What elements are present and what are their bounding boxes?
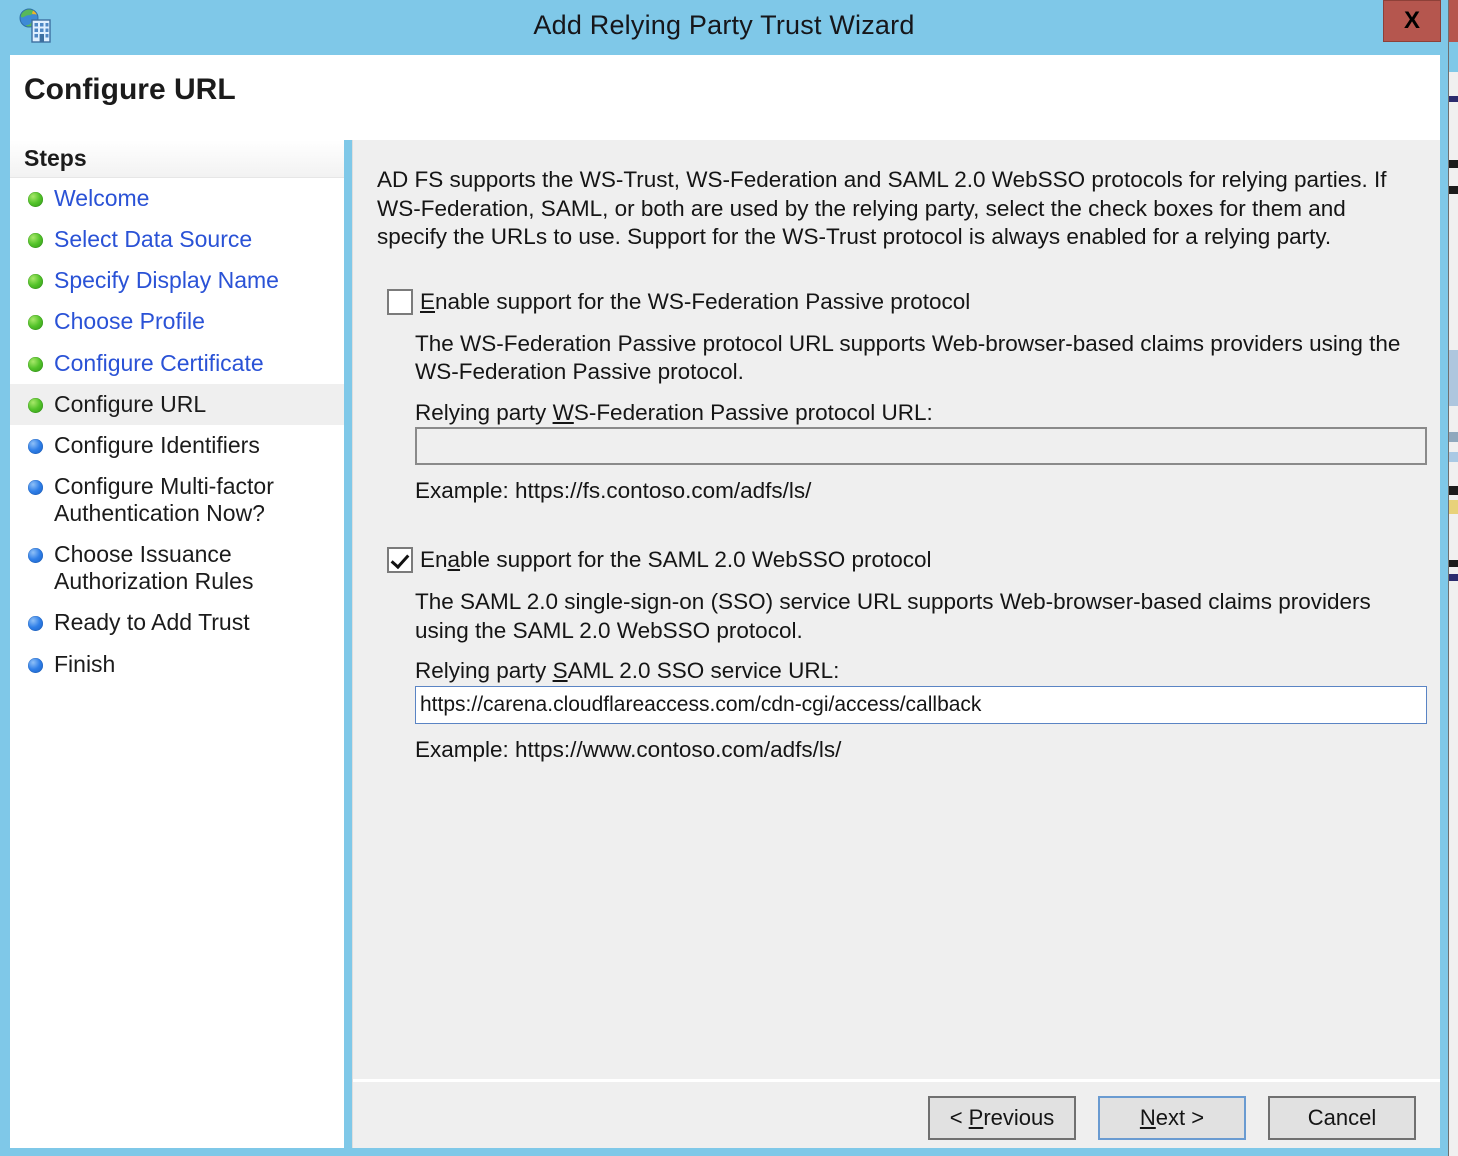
step-status-dot xyxy=(28,357,43,372)
sidebar-item-label: Welcome xyxy=(54,185,149,211)
saml-description: The SAML 2.0 single-sign-on (SSO) servic… xyxy=(415,588,1415,645)
sidebar-item-specify-display-name[interactable]: Specify Display Name xyxy=(10,260,344,301)
wsfed-details: The WS-Federation Passive protocol URL s… xyxy=(415,330,1415,506)
intro-text: AD FS supports the WS-Trust, WS-Federati… xyxy=(377,166,1407,252)
steps-heading: Steps xyxy=(10,140,344,178)
sidebar-item-label: Choose Issuance Authorization Rules xyxy=(54,541,253,594)
cancel-button[interactable]: Cancel xyxy=(1268,1096,1416,1140)
wsfed-group: Enable support for the WS-Federation Pas… xyxy=(377,288,1418,506)
saml-url-label: Relying party SAML 2.0 SSO service URL: xyxy=(415,657,1415,686)
saml-checkbox-row[interactable]: Enable support for the SAML 2.0 WebSSO p… xyxy=(377,546,1418,576)
window-title: Add Relying Party Trust Wizard xyxy=(0,10,1448,41)
group-spacer xyxy=(377,506,1418,546)
step-status-dot xyxy=(28,315,43,330)
saml-url-label-accelerator: S xyxy=(553,658,568,683)
sidebar-item-label: Select Data Source xyxy=(54,226,252,252)
step-status-dot xyxy=(28,480,43,495)
wizard-footer: < Previous Next > Cancel xyxy=(353,1079,1440,1148)
wsfed-checkbox-accelerator: E xyxy=(420,289,435,314)
sidebar-item-finish[interactable]: Finish xyxy=(10,644,344,685)
steps-sidebar: Steps Welcome Select Data Source Specify… xyxy=(10,140,344,1148)
step-status-dot xyxy=(28,398,43,413)
wsfed-checkbox[interactable] xyxy=(387,289,413,315)
sidebar-item-label: Configure Multi-factor Authentication No… xyxy=(54,473,274,526)
sidebar-item-choose-issuance-authorization-rules[interactable]: Choose Issuance Authorization Rules xyxy=(10,534,344,602)
sidebar-item-label: Finish xyxy=(54,651,115,677)
sidebar-item-label: Choose Profile xyxy=(54,308,205,334)
sidebar-item-configure-url[interactable]: Configure URL xyxy=(10,384,344,425)
wsfed-description: The WS-Federation Passive protocol URL s… xyxy=(415,330,1415,387)
wsfed-checkbox-row[interactable]: Enable support for the WS-Federation Pas… xyxy=(377,288,1418,318)
sidebar-item-label: Ready to Add Trust xyxy=(54,609,250,635)
step-status-dot xyxy=(28,192,43,207)
wizard-screen: Add Relying Party Trust Wizard X Configu… xyxy=(0,0,1458,1156)
step-status-dot xyxy=(28,233,43,248)
saml-checkbox-label[interactable]: Enable support for the SAML 2.0 WebSSO p… xyxy=(420,547,932,572)
sidebar-item-label: Configure Certificate xyxy=(54,350,264,376)
title-bar: Add Relying Party Trust Wizard X xyxy=(0,0,1448,55)
sidebar-item-configure-identifiers[interactable]: Configure Identifiers xyxy=(10,425,344,466)
sidebar-item-configure-certificate[interactable]: Configure Certificate xyxy=(10,343,344,384)
sidebar-item-label: Specify Display Name xyxy=(54,267,279,293)
next-accelerator: N xyxy=(1140,1105,1156,1130)
step-status-dot xyxy=(28,439,43,454)
saml-example: Example: https://www.contoso.com/adfs/ls… xyxy=(415,736,1415,765)
close-icon[interactable]: X xyxy=(1383,0,1441,42)
wsfed-url-label: Relying party WS-Federation Passive prot… xyxy=(415,399,1415,428)
wsfed-url-input[interactable] xyxy=(415,427,1427,465)
footer-buttons: < Previous Next > Cancel xyxy=(928,1096,1416,1140)
saml-url-input[interactable] xyxy=(415,686,1427,724)
saml-checkbox[interactable] xyxy=(387,547,413,573)
previous-accelerator: P xyxy=(969,1105,984,1130)
next-button[interactable]: Next > xyxy=(1098,1096,1246,1140)
sidebar-item-label: Configure Identifiers xyxy=(54,432,260,458)
saml-group: Enable support for the SAML 2.0 WebSSO p… xyxy=(377,546,1418,764)
wizard-body: Steps Welcome Select Data Source Specify… xyxy=(10,140,1440,1148)
wsfed-checkbox-label[interactable]: Enable support for the WS-Federation Pas… xyxy=(420,289,970,314)
wizard-window: Add Relying Party Trust Wizard X Configu… xyxy=(0,0,1448,1156)
page-title: Configure URL xyxy=(24,73,236,107)
content-inner: AD FS supports the WS-Trust, WS-Federati… xyxy=(353,140,1440,1079)
saml-details: The SAML 2.0 single-sign-on (SSO) servic… xyxy=(415,588,1415,764)
step-status-dot xyxy=(28,548,43,563)
sidebar-item-select-data-source[interactable]: Select Data Source xyxy=(10,219,344,260)
wsfed-url-label-accelerator: W xyxy=(553,400,574,425)
wsfed-example: Example: https://fs.contoso.com/adfs/ls/ xyxy=(415,477,1415,506)
sidebar-item-welcome[interactable]: Welcome xyxy=(10,178,344,219)
saml-checkbox-accelerator: a xyxy=(448,547,461,572)
sidebar-item-configure-multi-factor-authentication[interactable]: Configure Multi-factor Authentication No… xyxy=(10,466,344,534)
sidebar-item-label: Configure URL xyxy=(54,391,206,417)
background-window-sliver xyxy=(1448,0,1458,1156)
step-status-dot xyxy=(28,274,43,289)
content-panel: AD FS supports the WS-Trust, WS-Federati… xyxy=(352,140,1440,1148)
sidebar-item-choose-profile[interactable]: Choose Profile xyxy=(10,301,344,342)
step-status-dot xyxy=(28,616,43,631)
page-header: Configure URL xyxy=(10,55,1440,140)
step-status-dot xyxy=(28,658,43,673)
sidebar-item-ready-to-add-trust[interactable]: Ready to Add Trust xyxy=(10,602,344,643)
previous-button[interactable]: < Previous xyxy=(928,1096,1076,1140)
steps-heading-label: Steps xyxy=(10,140,344,172)
